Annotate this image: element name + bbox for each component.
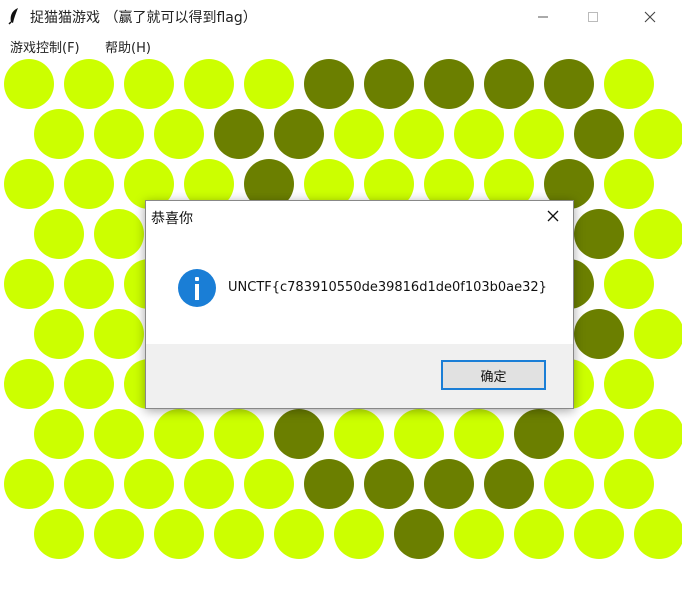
empty-cell[interactable] bbox=[604, 359, 654, 409]
congrats-dialog: 恭喜你 UNCTF{c783910550de39816d1de0f103b0ae… bbox=[145, 200, 574, 409]
empty-cell[interactable] bbox=[34, 409, 84, 459]
empty-cell[interactable] bbox=[94, 309, 144, 359]
blocked-cell[interactable] bbox=[544, 59, 594, 109]
empty-cell[interactable] bbox=[214, 409, 264, 459]
empty-cell[interactable] bbox=[604, 459, 654, 509]
empty-cell[interactable] bbox=[154, 409, 204, 459]
empty-cell[interactable] bbox=[64, 359, 114, 409]
empty-cell[interactable] bbox=[454, 409, 504, 459]
empty-cell[interactable] bbox=[634, 409, 682, 459]
blocked-cell[interactable] bbox=[394, 509, 444, 559]
blocked-cell[interactable] bbox=[214, 109, 264, 159]
menu-help[interactable]: 帮助(H) bbox=[105, 37, 151, 56]
ok-button[interactable]: 确定 bbox=[441, 360, 546, 390]
empty-cell[interactable] bbox=[4, 459, 54, 509]
empty-cell[interactable] bbox=[274, 509, 324, 559]
blocked-cell[interactable] bbox=[424, 59, 474, 109]
empty-cell[interactable] bbox=[514, 509, 564, 559]
empty-cell[interactable] bbox=[604, 159, 654, 209]
window-title: 捉猫猫游戏 （赢了就可以得到flag） bbox=[30, 10, 257, 26]
empty-cell[interactable] bbox=[94, 209, 144, 259]
empty-cell[interactable] bbox=[94, 509, 144, 559]
empty-cell[interactable] bbox=[634, 209, 682, 259]
blocked-cell[interactable] bbox=[304, 59, 354, 109]
blocked-cell[interactable] bbox=[484, 459, 534, 509]
menu-bar: 游戏控制(F) 帮助(H) bbox=[0, 33, 682, 58]
empty-cell[interactable] bbox=[34, 509, 84, 559]
empty-cell[interactable] bbox=[184, 59, 234, 109]
blocked-cell[interactable] bbox=[424, 459, 474, 509]
blocked-cell[interactable] bbox=[574, 109, 624, 159]
empty-cell[interactable] bbox=[334, 109, 384, 159]
empty-cell[interactable] bbox=[334, 409, 384, 459]
empty-cell[interactable] bbox=[64, 259, 114, 309]
empty-cell[interactable] bbox=[4, 159, 54, 209]
empty-cell[interactable] bbox=[4, 59, 54, 109]
empty-cell[interactable] bbox=[634, 309, 682, 359]
close-icon bbox=[644, 11, 656, 22]
empty-cell[interactable] bbox=[574, 409, 624, 459]
empty-cell[interactable] bbox=[64, 459, 114, 509]
dialog-close-button[interactable] bbox=[533, 201, 573, 231]
blocked-cell[interactable] bbox=[574, 209, 624, 259]
empty-cell[interactable] bbox=[604, 59, 654, 109]
empty-cell[interactable] bbox=[124, 59, 174, 109]
empty-cell[interactable] bbox=[34, 309, 84, 359]
blocked-cell[interactable] bbox=[364, 59, 414, 109]
empty-cell[interactable] bbox=[4, 259, 54, 309]
empty-cell[interactable] bbox=[184, 459, 234, 509]
feather-icon bbox=[8, 8, 18, 25]
empty-cell[interactable] bbox=[214, 509, 264, 559]
blocked-cell[interactable] bbox=[304, 459, 354, 509]
game-window: 捉猫猫游戏 （赢了就可以得到flag） 游戏控制(F) 帮助(H) 恭喜你 UN… bbox=[0, 0, 682, 608]
empty-cell[interactable] bbox=[604, 259, 654, 309]
empty-cell[interactable] bbox=[34, 109, 84, 159]
empty-cell[interactable] bbox=[574, 509, 624, 559]
empty-cell[interactable] bbox=[634, 109, 682, 159]
maximize-icon bbox=[588, 11, 598, 22]
empty-cell[interactable] bbox=[4, 359, 54, 409]
maximize-button[interactable] bbox=[570, 0, 616, 33]
empty-cell[interactable] bbox=[124, 459, 174, 509]
empty-cell[interactable] bbox=[154, 509, 204, 559]
close-icon bbox=[547, 210, 559, 222]
info-icon bbox=[178, 269, 216, 307]
empty-cell[interactable] bbox=[514, 109, 564, 159]
blocked-cell[interactable] bbox=[274, 109, 324, 159]
empty-cell[interactable] bbox=[244, 459, 294, 509]
empty-cell[interactable] bbox=[64, 159, 114, 209]
blocked-cell[interactable] bbox=[484, 59, 534, 109]
dialog-title: 恭喜你 bbox=[151, 211, 193, 227]
title-bar: 捉猫猫游戏 （赢了就可以得到flag） bbox=[0, 0, 682, 33]
minimize-button[interactable] bbox=[520, 0, 566, 33]
empty-cell[interactable] bbox=[634, 509, 682, 559]
empty-cell[interactable] bbox=[394, 409, 444, 459]
close-button[interactable] bbox=[627, 0, 673, 33]
menu-game-control[interactable]: 游戏控制(F) bbox=[10, 37, 80, 56]
empty-cell[interactable] bbox=[154, 109, 204, 159]
empty-cell[interactable] bbox=[34, 209, 84, 259]
empty-cell[interactable] bbox=[94, 109, 144, 159]
empty-cell[interactable] bbox=[454, 509, 504, 559]
blocked-cell[interactable] bbox=[514, 409, 564, 459]
minimize-icon bbox=[538, 16, 548, 17]
empty-cell[interactable] bbox=[64, 59, 114, 109]
empty-cell[interactable] bbox=[454, 109, 504, 159]
blocked-cell[interactable] bbox=[574, 309, 624, 359]
blocked-cell[interactable] bbox=[274, 409, 324, 459]
blocked-cell[interactable] bbox=[364, 459, 414, 509]
dialog-message: UNCTF{c783910550de39816d1de0f103b0ae32} bbox=[228, 280, 547, 295]
dialog-footer: 确定 bbox=[146, 344, 573, 408]
empty-cell[interactable] bbox=[244, 59, 294, 109]
empty-cell[interactable] bbox=[334, 509, 384, 559]
empty-cell[interactable] bbox=[544, 459, 594, 509]
empty-cell[interactable] bbox=[394, 109, 444, 159]
empty-cell[interactable] bbox=[94, 409, 144, 459]
